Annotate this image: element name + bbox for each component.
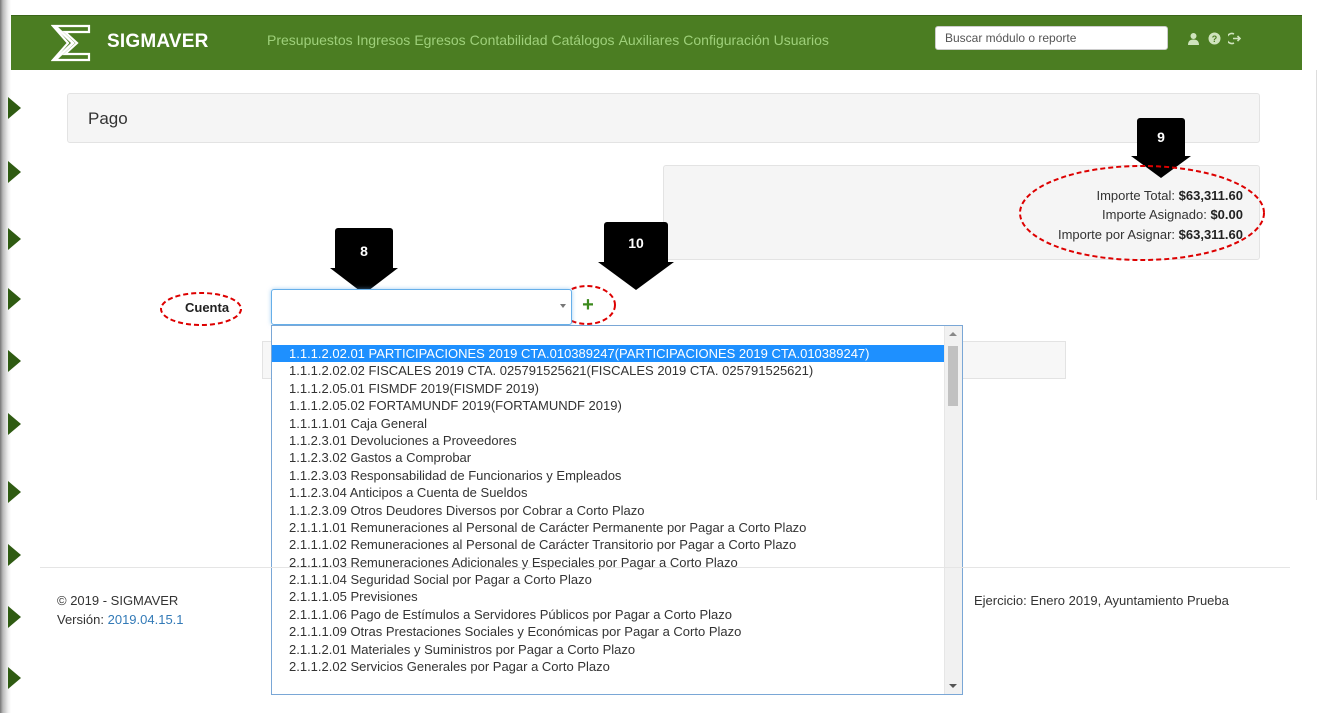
dropdown-option[interactable]: 1.1.1.2.05.02 FORTAMUNDF 2019(FORTAMUNDF… <box>272 397 944 414</box>
cuenta-label: Cuenta <box>185 300 230 315</box>
cuenta-dropdown-list[interactable]: 1.1.1.2.02.01 PARTICIPACIONES 2019 CTA.0… <box>271 325 963 695</box>
dropdown-option[interactable]: 2.1.1.1.02 Remuneraciones al Personal de… <box>272 536 944 553</box>
dropdown-option[interactable]: 2.1.1.1.01 Remuneraciones al Personal de… <box>272 519 944 536</box>
dropdown-option[interactable]: 1.1.2.3.09 Otros Deudores Diversos por C… <box>272 502 944 519</box>
scroll-up-icon[interactable] <box>949 332 957 336</box>
footer-exercise-info: Ejercicio: Enero 2019, Ayuntamiento Prue… <box>974 593 1229 608</box>
scrollbar-thumb[interactable] <box>948 346 958 406</box>
dropdown-option[interactable]: 1.1.1.2.05.01 FISMDF 2019(FISMDF 2019) <box>272 380 944 397</box>
dropdown-scrollbar[interactable] <box>944 326 962 694</box>
dropdown-option[interactable]: 2.1.1.1.06 Pago de Estímulos a Servidore… <box>272 606 944 623</box>
dropdown-option[interactable]: 1.1.2.3.02 Gastos a Comprobar <box>272 449 944 466</box>
version-label: Versión: <box>57 612 104 627</box>
footer-divider <box>40 567 1290 568</box>
dropdown-option[interactable]: 2.1.1.1.09 Otras Prestaciones Sociales y… <box>272 623 944 640</box>
dropdown-options: 1.1.1.2.02.01 PARTICIPACIONES 2019 CTA.0… <box>272 345 944 675</box>
add-account-button[interactable]: + <box>575 294 601 318</box>
page-right-border <box>1316 70 1317 500</box>
summary-highlight-oval <box>1019 165 1265 261</box>
footer-version: Versión: 2019.04.15.1 <box>57 612 184 627</box>
dropdown-option[interactable]: 2.1.1.1.05 Previsiones <box>272 588 944 605</box>
cuenta-select-input[interactable] <box>271 289 572 325</box>
dropdown-option[interactable]: 2.1.1.2.02 Servicios Generales por Pagar… <box>272 658 944 675</box>
dropdown-option[interactable]: 1.1.2.3.03 Responsabilidad de Funcionari… <box>272 467 944 484</box>
scroll-down-icon[interactable] <box>949 684 957 688</box>
dropdown-option[interactable]: 1.1.1.1.01 Caja General <box>272 415 944 432</box>
caret-down-icon[interactable] <box>560 304 566 308</box>
dropdown-option[interactable]: 1.1.1.2.02.01 PARTICIPACIONES 2019 CTA.0… <box>272 345 944 363</box>
dropdown-option[interactable]: 2.1.1.2.01 Materiales y Suministros por … <box>272 641 944 658</box>
dropdown-option[interactable]: 2.1.1.1.03 Remuneraciones Adicionales y … <box>272 554 944 571</box>
dropdown-option[interactable]: 1.1.1.2.02.02 FISCALES 2019 CTA. 0257915… <box>272 362 944 379</box>
plus-icon: + <box>582 294 594 316</box>
version-link[interactable]: 2019.04.15.1 <box>108 612 184 627</box>
dropdown-option[interactable]: 1.1.2.3.04 Anticipos a Cuenta de Sueldos <box>272 484 944 501</box>
footer-copyright: © 2019 - SIGMAVER <box>57 593 179 608</box>
dropdown-option[interactable]: 2.1.1.1.04 Seguridad Social por Pagar a … <box>272 571 944 588</box>
dropdown-option[interactable]: 1.1.2.3.01 Devoluciones a Proveedores <box>272 432 944 449</box>
